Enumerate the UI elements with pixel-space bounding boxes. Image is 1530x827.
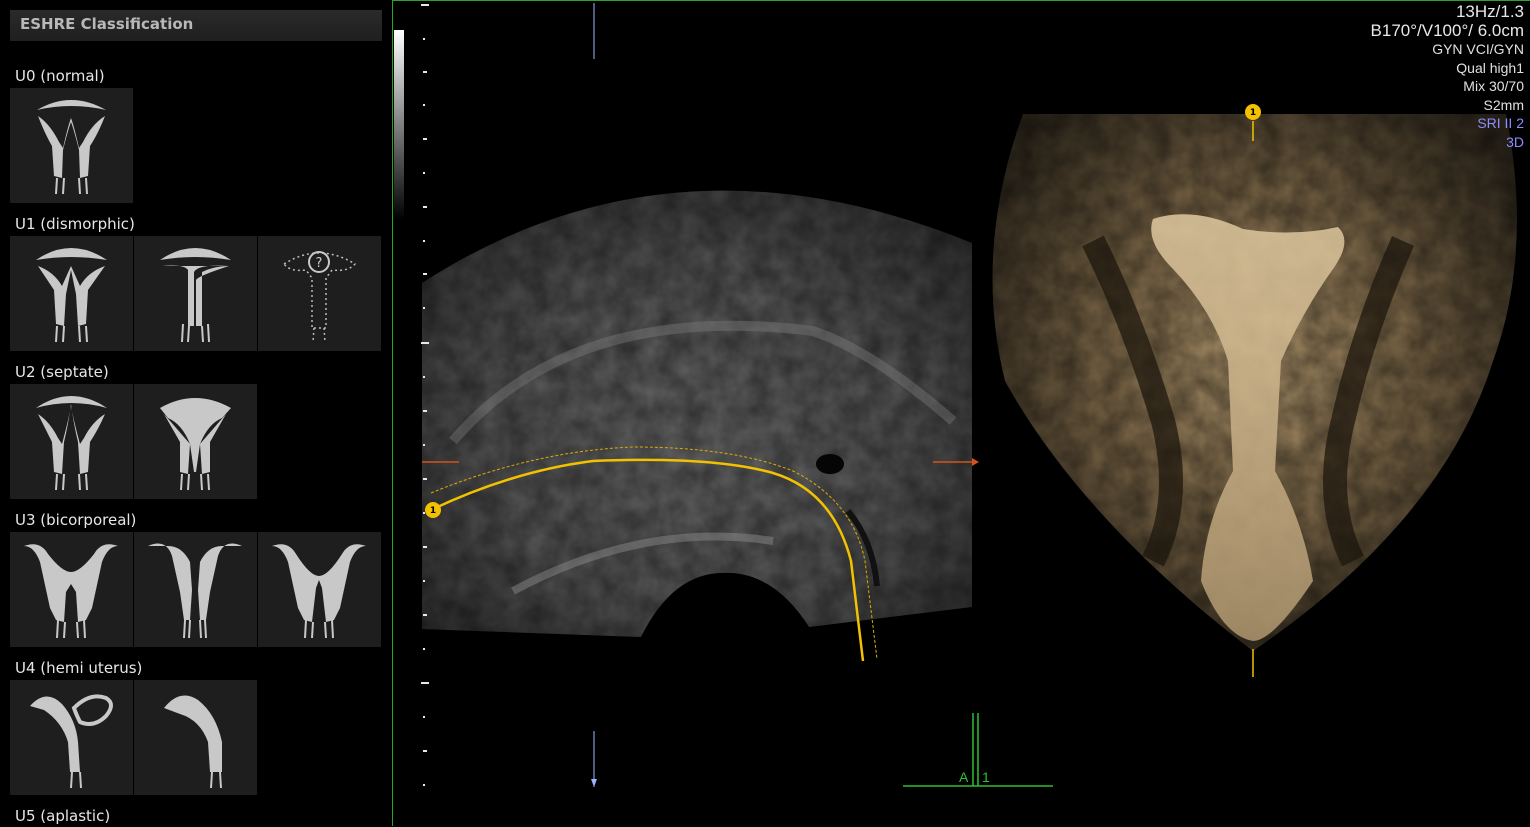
thumb-u3b[interactable]	[134, 532, 257, 647]
thumb-u4a[interactable]	[10, 680, 133, 795]
curve-start-marker[interactable]	[425, 502, 441, 518]
param-preset: GYN VCI/GYN	[1432, 41, 1524, 57]
param-slice: S2mm	[1483, 96, 1524, 113]
thumb-u1a[interactable]	[10, 236, 133, 351]
category-label-u1: U1 (dismorphic)	[15, 215, 135, 233]
thumb-u4b[interactable]	[134, 680, 257, 795]
thumb-u2a[interactable]	[10, 384, 133, 499]
uterus-unknown-icon: ?	[282, 251, 357, 343]
thumb-u1b[interactable]	[134, 236, 257, 351]
param-mix: Mix 30/70	[1463, 78, 1524, 94]
follicle	[816, 454, 844, 474]
uterus-bicorporeal-septate-icon	[272, 544, 366, 639]
thumb-u3a[interactable]	[10, 532, 133, 647]
param-sri: SRI II 2	[1477, 115, 1524, 131]
param-angles-depth: B170°/V100°/ 6.0cm	[1370, 20, 1524, 40]
thumb-u0-normal[interactable]	[10, 88, 133, 203]
category-label-u3: U3 (bicorporeal)	[15, 511, 137, 529]
ultrasound-image	[421, 3, 1517, 787]
param-mode: 3D	[1506, 133, 1524, 150]
thumb-u2b[interactable]	[134, 384, 257, 499]
category-label-u0: U0 (normal)	[15, 67, 105, 85]
category-label-u5: U5 (aplastic)	[15, 807, 111, 825]
uterus-complete-septate-icon	[160, 398, 231, 491]
uterus-partial-septate-icon	[36, 396, 107, 491]
thumb-u3c[interactable]	[258, 532, 381, 647]
uterus-complete-bicorporeal-icon	[148, 543, 242, 639]
param-frame-rate: 13Hz/1.3	[1455, 2, 1524, 21]
uterus-dismorphic-icon	[36, 248, 107, 343]
hemi-uterus-rudimentary-icon	[30, 694, 113, 789]
uterus-t-shaped-icon	[160, 248, 231, 343]
green-axis-indicator	[903, 713, 1053, 787]
svg-text:?: ?	[316, 256, 323, 271]
ultrasound-viewport[interactable]: 1 1 A 1 13Hz/1.3 B170°/V100°/ 6.0cm GYN …	[392, 0, 1530, 826]
panel-title: ESHRE Classification	[10, 10, 382, 41]
param-quality: Qual high1	[1456, 59, 1524, 76]
greyscale-bar	[394, 30, 404, 220]
hemi-uterus-icon	[164, 695, 222, 789]
render-marker[interactable]	[1245, 104, 1261, 120]
category-label-u2: U2 (septate)	[15, 363, 109, 381]
category-label-u4: U4 (hemi uterus)	[15, 659, 143, 677]
uterus-normal-icon	[37, 100, 106, 195]
acquisition-parameters: 13Hz/1.3 B170°/V100°/ 6.0cm GYN VCI/GYN …	[1370, 2, 1524, 151]
thumb-u1c-other[interactable]: ?	[258, 236, 381, 351]
uterus-partial-bicorporeal-icon	[24, 544, 118, 639]
classification-panel: ESHRE Classification U0 (normal) U1 (dis…	[0, 0, 390, 826]
